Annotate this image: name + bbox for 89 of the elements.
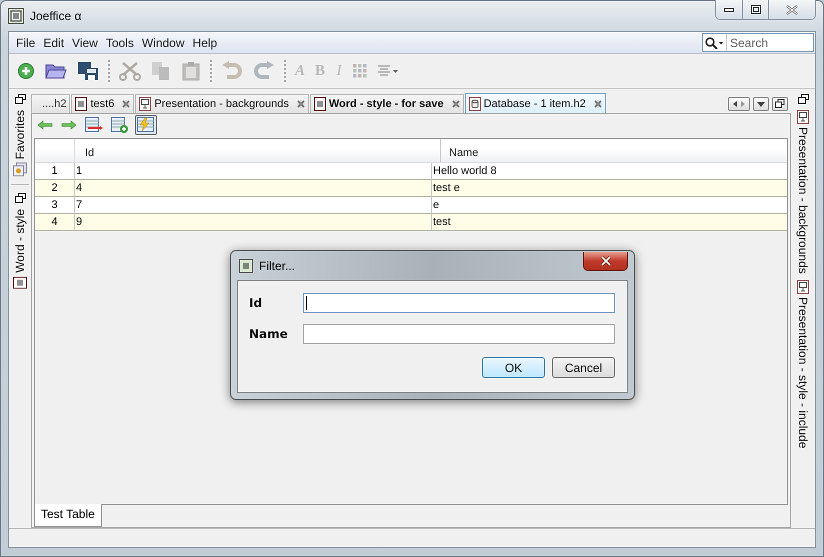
table-cell-text: test e — [432, 181, 461, 196]
restore-icon — [775, 99, 785, 108]
app-icon — [8, 8, 24, 24]
field-label: Name — [249, 326, 289, 340]
folder-icon — [45, 62, 67, 80]
close-icon[interactable] — [452, 100, 460, 108]
redo-icon — [253, 61, 275, 81]
restore-icon[interactable] — [14, 193, 26, 204]
sidebar-tab[interactable]: Presentation - backgrounds — [796, 110, 810, 274]
table-add-icon — [111, 117, 129, 133]
document-tab[interactable]: Database - 1 item.h2 — [464, 93, 606, 113]
input-field[interactable] — [303, 324, 615, 344]
app-icon — [239, 258, 253, 272]
sidebar-tab[interactable]: Word - style — [13, 209, 27, 290]
menu-item[interactable]: Tools — [102, 36, 138, 50]
column-header[interactable]: Id — [75, 139, 441, 162]
search-icon — [705, 36, 724, 48]
maximize-button[interactable] — [743, 0, 769, 19]
search-field[interactable]: Search — [702, 33, 814, 52]
add-row-button[interactable] — [109, 115, 131, 135]
document-icon — [75, 97, 88, 111]
menu-item[interactable]: File — [12, 36, 40, 50]
tab-list-button[interactable] — [753, 96, 769, 110]
right-arrow-icon — [61, 120, 77, 130]
menu-item[interactable]: Window — [138, 36, 189, 50]
table-remove-icon — [85, 117, 103, 133]
row-number: 1 — [35, 163, 75, 179]
table-cell-text: test — [432, 215, 452, 230]
dialog-title: Filter... — [259, 258, 296, 272]
copy-icon — [151, 61, 171, 81]
scroll-tabs-button[interactable] — [728, 96, 750, 110]
close-icon[interactable] — [122, 100, 130, 108]
sidebar-tab[interactable]: Presentation - style - include — [796, 280, 810, 448]
restore-icon[interactable] — [798, 94, 808, 104]
table-cell: 7 — [75, 197, 432, 213]
input-field[interactable] — [303, 292, 615, 312]
window-title: Joeffice α — [30, 9, 82, 23]
dialog-button[interactable]: Cancel — [552, 357, 615, 378]
left-arrow-icon — [37, 120, 53, 130]
menu-item[interactable]: Help — [188, 36, 222, 50]
sidebar-tab[interactable]: Favorites — [13, 110, 27, 176]
grid-icon — [353, 64, 368, 78]
database-icon — [468, 96, 481, 110]
right-triangle-icon — [739, 100, 747, 108]
close-icon[interactable] — [296, 100, 305, 108]
maximize-icon — [750, 5, 760, 14]
document-tab[interactable]: Presentation - backgrounds — [135, 94, 309, 113]
delete-row-button[interactable] — [83, 115, 105, 135]
table-cell-text: Hello world 8 — [432, 164, 498, 179]
restore-icon[interactable] — [14, 94, 26, 104]
menu-item[interactable]: View — [68, 36, 102, 50]
minimize-icon — [724, 8, 734, 12]
table-cell: 9 — [75, 214, 432, 230]
document-tab[interactable]: Word - style - for save — [310, 94, 464, 113]
presentation-icon — [797, 110, 809, 124]
dropdown-icon — [756, 100, 766, 108]
row-number: 2 — [35, 180, 75, 196]
close-icon[interactable] — [594, 100, 602, 108]
save-icon — [77, 61, 99, 81]
undo-icon — [221, 61, 243, 81]
align-icon — [377, 64, 400, 78]
filter-table-icon — [137, 117, 155, 133]
dialog-button[interactable]: OK — [482, 357, 545, 378]
table-cell: 1 — [75, 163, 432, 179]
minimize-button[interactable] — [716, 0, 743, 19]
close-icon — [600, 256, 612, 266]
scissors-icon — [119, 61, 141, 81]
filter-button[interactable] — [135, 115, 157, 135]
restore-window-button[interactable] — [772, 96, 788, 110]
row-number: 3 — [35, 197, 75, 213]
table-cell: 4 — [75, 180, 432, 196]
menu-item[interactable]: Edit — [39, 36, 68, 50]
favorites-icon — [13, 162, 27, 176]
field-label: Id — [249, 296, 264, 310]
clipboard-icon — [181, 61, 201, 81]
left-triangle-icon — [731, 100, 739, 108]
table-cell-text: e — [432, 198, 440, 213]
close-icon — [786, 4, 798, 14]
presentation-icon — [797, 280, 809, 294]
document-tab[interactable]: ....h2 — [31, 94, 70, 113]
document-tab[interactable]: test6 — [71, 94, 134, 113]
column-header[interactable]: Name — [441, 139, 787, 162]
close-button[interactable] — [583, 252, 628, 271]
sheet-tab[interactable]: Test Table — [34, 504, 102, 527]
document-icon — [13, 277, 27, 290]
row-number: 4 — [35, 214, 75, 230]
document-icon — [314, 97, 326, 111]
presentation-icon — [139, 97, 152, 111]
add-icon — [17, 62, 35, 80]
